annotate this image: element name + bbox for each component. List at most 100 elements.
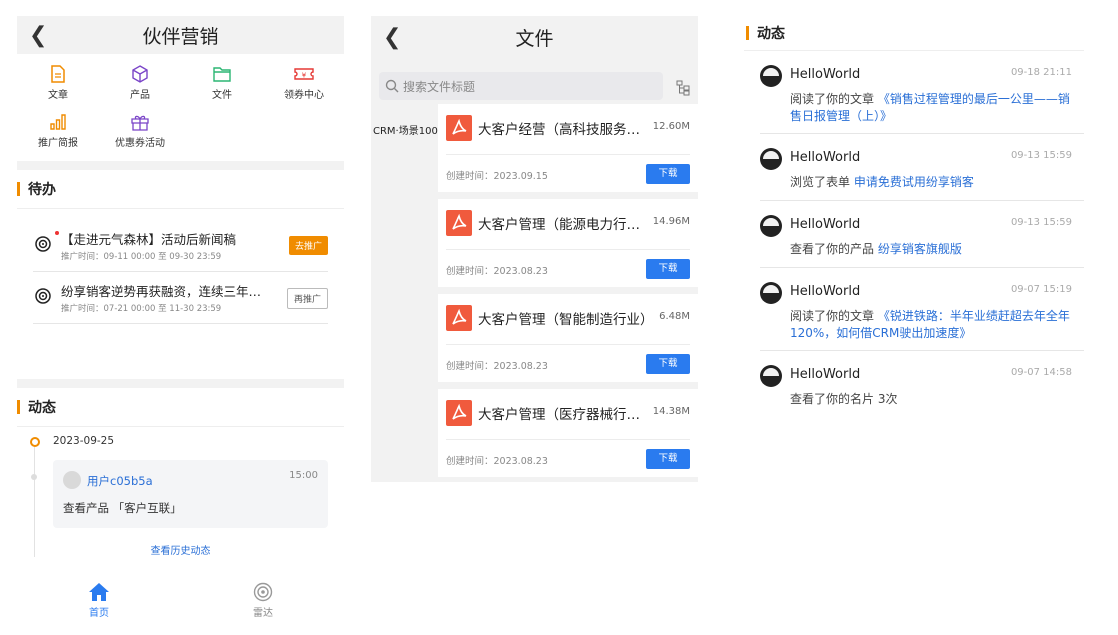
back-arrow-icon[interactable]: ❮ — [29, 23, 47, 48]
feed-action: 浏览了表单 — [790, 175, 854, 189]
todo-title: 【走进元气森林】活动后新闻稿 — [61, 232, 237, 247]
download-button[interactable]: 下载 — [646, 354, 690, 374]
activity-header: 动态 — [744, 16, 1084, 51]
file-card[interactable]: 大客户管理（能源电力行… 14.96M 创建时间：2023.08.23 下载 — [438, 199, 698, 287]
feed-item[interactable]: HelloWorld 09-18 21:11 阅读了你的文章 《销售过程管理的最… — [760, 51, 1084, 134]
category-sidebar: CRM·场景100 — [371, 104, 438, 482]
feed-item[interactable]: HelloWorld 09-07 14:58 查看了你的名片 3次 — [760, 351, 1084, 417]
view-history-link[interactable]: 查看历史动态 — [17, 542, 344, 557]
search-icon — [385, 79, 399, 93]
repromote-button[interactable]: 再推广 — [286, 288, 328, 309]
todo-item[interactable]: 纷享销客逆势再获融资，连续三年… 推广时间：07-21 00:00 至 11-3… — [33, 271, 328, 324]
search-row: 搜索文件标题 — [371, 58, 698, 108]
grid-item-label: 领券中心 — [284, 90, 324, 101]
file-name: 大客户管理（医疗器械行… — [478, 407, 640, 423]
todo-item[interactable]: 【走进元气森林】活动后新闻稿 推广时间：09-11 00:00 至 09-30 … — [33, 219, 328, 272]
file-size: 12.60M — [652, 121, 690, 132]
feed-time: 09-07 14:58 — [1010, 367, 1072, 378]
section-title: 待办 — [28, 182, 56, 198]
pdf-icon — [446, 210, 472, 236]
feed-link[interactable]: 申请免费试用纷享销客 — [854, 175, 974, 189]
file-card[interactable]: 大客户经营（高科技服务… 12.60M 创建时间：2023.09.15 下载 — [438, 104, 698, 192]
file-list: 大客户经营（高科技服务… 12.60M 创建时间：2023.09.15 下载 大… — [438, 104, 698, 484]
feed-action: 阅读了你的文章 — [790, 309, 878, 323]
target-icon — [35, 236, 51, 252]
activity-section-header: 动态 — [17, 388, 344, 427]
grid-item-file[interactable]: 文件 — [181, 64, 263, 101]
avatar — [760, 148, 782, 170]
download-button[interactable]: 下载 — [646, 259, 690, 279]
feed-time: 09-18 21:11 — [1010, 67, 1072, 78]
page-title: 文件 — [515, 27, 554, 50]
created-time: 创建时间：2023.08.23 — [446, 266, 548, 277]
bar-chart-icon — [50, 114, 66, 130]
avatar — [760, 65, 782, 87]
tab-radar[interactable]: 雷达 — [213, 582, 313, 619]
download-button[interactable]: 下载 — [646, 164, 690, 184]
file-name: 大客户管理（智能制造行业） — [478, 312, 648, 328]
tree-structure-icon[interactable] — [676, 80, 690, 96]
grid-item-product[interactable]: 产品 — [99, 64, 181, 101]
todo-section-header: 待办 — [17, 170, 344, 209]
partner-marketing-panel: ❮ 伙伴营销 文章 产品 文件 ¥ 领券中心 推广简报 优惠券活动 待办 【走进… — [17, 16, 344, 620]
user-name: HelloWorld — [790, 150, 861, 165]
activity-text: 查看产品 「客户互联」 — [63, 501, 182, 515]
category-item[interactable]: CRM·场景100 — [371, 104, 438, 137]
feed-action: 查看了你的名片 3次 — [790, 392, 898, 406]
feed-link[interactable]: 纷享销客旗舰版 — [878, 242, 962, 256]
file-name: 大客户管理（能源电力行… — [478, 217, 640, 233]
files-panel: ❮ 文件 搜索文件标题 CRM·场景100 大客户经营（高科技服务… 12.60… — [371, 16, 698, 482]
timeline-date: 2023-09-25 — [53, 435, 115, 447]
feed-time: 09-07 15:19 — [1010, 284, 1072, 295]
grid-item-label: 文件 — [212, 90, 232, 101]
todo-time: 推广时间：09-11 00:00 至 09-30 23:59 — [61, 252, 222, 262]
tab-home[interactable]: 首页 — [49, 582, 149, 619]
user-name: HelloWorld — [790, 217, 861, 232]
target-icon — [35, 288, 51, 304]
timeline-line — [34, 447, 35, 557]
file-card[interactable]: 大客户管理（医疗器械行… 14.38M 创建时间：2023.08.23 下载 — [438, 389, 698, 477]
promote-button[interactable]: 去推广 — [288, 236, 328, 255]
feed-item[interactable]: HelloWorld 09-07 15:19 阅读了你的文章 《锐进铁路：半年业… — [760, 268, 1084, 351]
timeline-dot — [30, 437, 40, 447]
grid-item-coupon-center[interactable]: ¥ 领券中心 — [263, 64, 345, 101]
folder-icon — [213, 67, 231, 82]
pdf-icon — [446, 115, 472, 141]
header: ❮ 文件 — [371, 16, 698, 58]
tab-label: 首页 — [89, 608, 109, 619]
todo-time: 推广时间：07-21 00:00 至 11-30 23:59 — [61, 304, 222, 314]
file-size: 14.96M — [652, 216, 690, 227]
feed-item[interactable]: HelloWorld 09-13 15:59 查看了你的产品 纷享销客旗舰版 — [760, 201, 1084, 268]
user-name: HelloWorld — [790, 67, 861, 82]
todo-list: 【走进元气森林】活动后新闻稿 推广时间：09-11 00:00 至 09-30 … — [17, 209, 344, 379]
created-time: 创建时间：2023.08.23 — [446, 361, 548, 372]
todo-title: 纷享销客逆势再获融资，连续三年… — [61, 284, 261, 299]
home-icon — [89, 583, 109, 601]
gift-icon — [131, 115, 149, 131]
grid-item-article[interactable]: 文章 — [17, 64, 99, 101]
cube-icon — [132, 65, 148, 83]
file-name: 大客户经营（高科技服务… — [478, 122, 640, 138]
file-size: 14.38M — [652, 406, 690, 417]
unread-dot — [55, 231, 59, 235]
pdf-icon — [446, 305, 472, 331]
activity-timeline: 2023-09-25 用户c05b5a 15:00 查看产品 「客户互联」 查看… — [17, 427, 344, 599]
bottom-tab-bar: 首页 雷达 — [17, 576, 344, 620]
user-name[interactable]: 用户c05b5a — [87, 473, 153, 489]
tab-label: 雷达 — [253, 608, 273, 619]
grid-item-label: 文章 — [48, 90, 68, 101]
activity-card[interactable]: 用户c05b5a 15:00 查看产品 「客户互联」 — [53, 460, 328, 528]
grid-item-label: 优惠券活动 — [115, 138, 165, 149]
search-input[interactable]: 搜索文件标题 — [379, 72, 663, 100]
grid-item-promo-report[interactable]: 推广简报 — [17, 112, 99, 149]
feed-item[interactable]: HelloWorld 09-13 15:59 浏览了表单 申请免费试用纷享销客 — [760, 134, 1084, 201]
back-arrow-icon[interactable]: ❮ — [383, 25, 401, 50]
avatar — [760, 282, 782, 304]
search-placeholder: 搜索文件标题 — [403, 80, 476, 94]
grid-item-coupon-activity[interactable]: 优惠券活动 — [99, 112, 181, 149]
file-card[interactable]: 大客户管理（智能制造行业） 6.48M 创建时间：2023.08.23 下载 — [438, 294, 698, 382]
grid-item-label: 产品 — [130, 90, 150, 101]
download-button[interactable]: 下载 — [646, 449, 690, 469]
created-time: 创建时间：2023.08.23 — [446, 456, 548, 467]
section-title: 动态 — [757, 26, 785, 42]
